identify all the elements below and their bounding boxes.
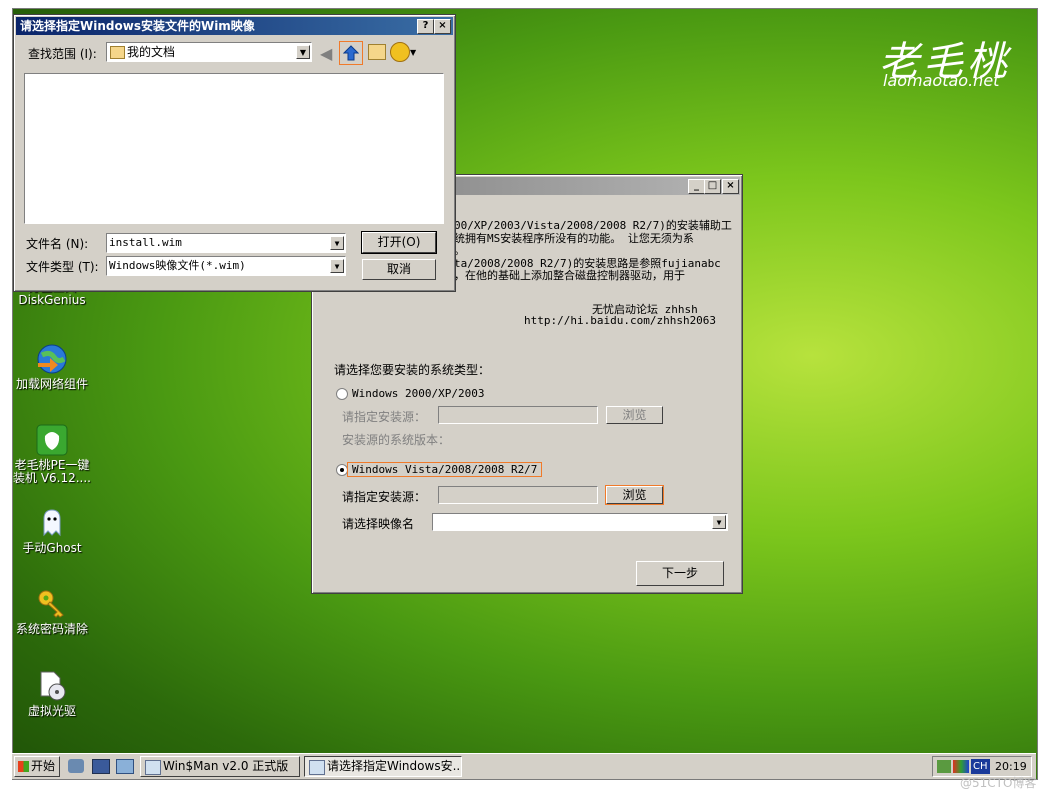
start-button[interactable]: 开始 (14, 756, 60, 777)
desktop-icon-password[interactable]: 系统密码清除 (13, 587, 91, 636)
source-label-vista: 请指定安装源： (342, 490, 427, 504)
quick-launch-computer-icon[interactable] (92, 759, 110, 774)
cancel-button[interactable]: 取消 (362, 259, 436, 280)
open-button[interactable]: 打开(O) (361, 231, 437, 254)
tray-display-icon[interactable] (953, 760, 969, 773)
ime-indicator[interactable]: CH (971, 759, 990, 774)
source-input-vista[interactable] (438, 486, 598, 504)
filetype-value: Windows映像文件(*.wim) (109, 259, 246, 272)
folder-icon (110, 46, 125, 59)
file-list[interactable] (24, 73, 444, 224)
look-in-value: 我的文档 (127, 45, 176, 59)
view-menu-icon[interactable] (390, 42, 410, 62)
radio-xp[interactable] (336, 388, 348, 400)
description-line: ，在他的基础上添加整合磁盘控制器驱动，用于 (454, 269, 685, 282)
task-label: 请选择指定Windows安... (327, 759, 462, 773)
dialog-titlebar: 请选择指定Windows安装文件的Wim映像 (16, 17, 453, 35)
desktop-icon-vcd[interactable]: 虚拟光驱 (13, 669, 91, 718)
app-icon (309, 760, 325, 775)
task-file-dialog[interactable]: 请选择指定Windows安... (304, 756, 462, 777)
source-label-xp: 请指定安装源： (342, 410, 427, 424)
chevron-down-icon[interactable]: ▼ (330, 259, 344, 273)
chevron-down-icon[interactable]: ▼ (330, 236, 344, 250)
desktop-icon-label: 手动Ghost (22, 541, 82, 555)
version-label: 安装源的系统版本： (342, 433, 451, 447)
watermark: @51CTO博客 (960, 776, 1037, 790)
maximize-button[interactable]: □ (704, 179, 721, 194)
quick-launch-desktop-icon[interactable] (116, 759, 134, 774)
help-button[interactable]: ? (417, 19, 434, 34)
tray-network-icon[interactable] (937, 760, 951, 773)
desktop-icon-label: 老毛桃PE一键装机 V6.12.... (13, 458, 92, 485)
globe-icon (35, 342, 69, 376)
source-input-xp (438, 406, 598, 424)
option-xp-label[interactable]: Windows 2000/XP/2003 (352, 387, 484, 400)
filename-input[interactable]: install.wim ▼ (106, 233, 346, 253)
author-link[interactable]: http://hi.baidu.com/zhhsh2063 (524, 314, 716, 327)
ghost-icon (35, 506, 69, 540)
chevron-down-icon[interactable]: ▼ (296, 45, 310, 59)
look-in-label: 查找范围 (I): (28, 47, 97, 61)
app-icon (145, 760, 161, 775)
image-name-label: 请选择映像名 (342, 517, 415, 531)
new-folder-icon[interactable] (368, 44, 386, 60)
browse-button-xp[interactable]: 浏览 (606, 406, 663, 424)
quick-launch-network-icon[interactable] (68, 759, 84, 773)
desktop-icon-label: 系统密码清除 (15, 622, 88, 636)
filename-label: 文件名 (N): (26, 237, 89, 251)
desktop-icon-label: 加载网络组件 (15, 377, 88, 391)
image-name-select[interactable]: ▼ (432, 513, 728, 531)
chevron-down-icon[interactable]: ▼ (712, 515, 726, 529)
dialog-close-button[interactable]: × (434, 19, 451, 34)
dialog-title: 请选择指定Windows安装文件的Wim映像 (20, 19, 255, 33)
up-folder-icon[interactable] (339, 41, 363, 65)
description-line: 统拥有MS安装程序所没有的功能。 让您无须为系 (454, 232, 694, 245)
back-icon[interactable]: ◀ (320, 44, 332, 63)
minimize-button[interactable]: _ (688, 179, 705, 194)
key-icon (35, 587, 69, 621)
cdrom-icon (35, 669, 69, 703)
desktop: 老毛桃 laomaotao.net 分区工具 DiskGenius 加载网络组件… (12, 8, 1038, 780)
start-label: 开始 (31, 759, 56, 773)
next-button[interactable]: 下一步 (636, 561, 724, 586)
desktop-icon-ghost[interactable]: 手动Ghost (13, 506, 91, 555)
filename-value: install.wim (109, 236, 182, 249)
desktop-icon-network[interactable]: 加载网络组件 (13, 342, 91, 391)
task-label: Win$Man v2.0 正式版 (163, 759, 289, 773)
look-in-select[interactable]: 我的文档 ▼ (106, 42, 312, 62)
filetype-label: 文件类型 (T): (26, 260, 99, 274)
desktop-icon-label: 虚拟光驱 (27, 704, 76, 718)
installer-icon (35, 423, 69, 457)
close-button[interactable]: × (722, 179, 739, 194)
radio-vista[interactable] (336, 464, 348, 476)
browse-button-vista[interactable]: 浏览 (605, 485, 664, 505)
taskbar: 开始 Win$Man v2.0 正式版 请选择指定Windows安... CH … (12, 753, 1036, 779)
system-type-label: 请选择您要安装的系统类型： (334, 363, 491, 377)
task-winsman[interactable]: Win$Man v2.0 正式版 (140, 756, 300, 777)
option-vista-label[interactable]: Windows Vista/2008/2008 R2/7 (346, 462, 543, 477)
clock: 20:19 (995, 760, 1027, 773)
windows-logo-icon (18, 761, 29, 772)
file-dialog: 请选择指定Windows安装文件的Wim映像 ? × 查找范围 (I): 我的文… (13, 14, 456, 292)
filetype-select[interactable]: Windows映像文件(*.wim) ▼ (106, 256, 346, 276)
brand-url: laomaotao.net (883, 71, 1000, 90)
desktop-icon-installer[interactable]: 老毛桃PE一键装机 V6.12.... (13, 423, 91, 485)
chevron-down-icon[interactable]: ▼ (410, 48, 416, 57)
